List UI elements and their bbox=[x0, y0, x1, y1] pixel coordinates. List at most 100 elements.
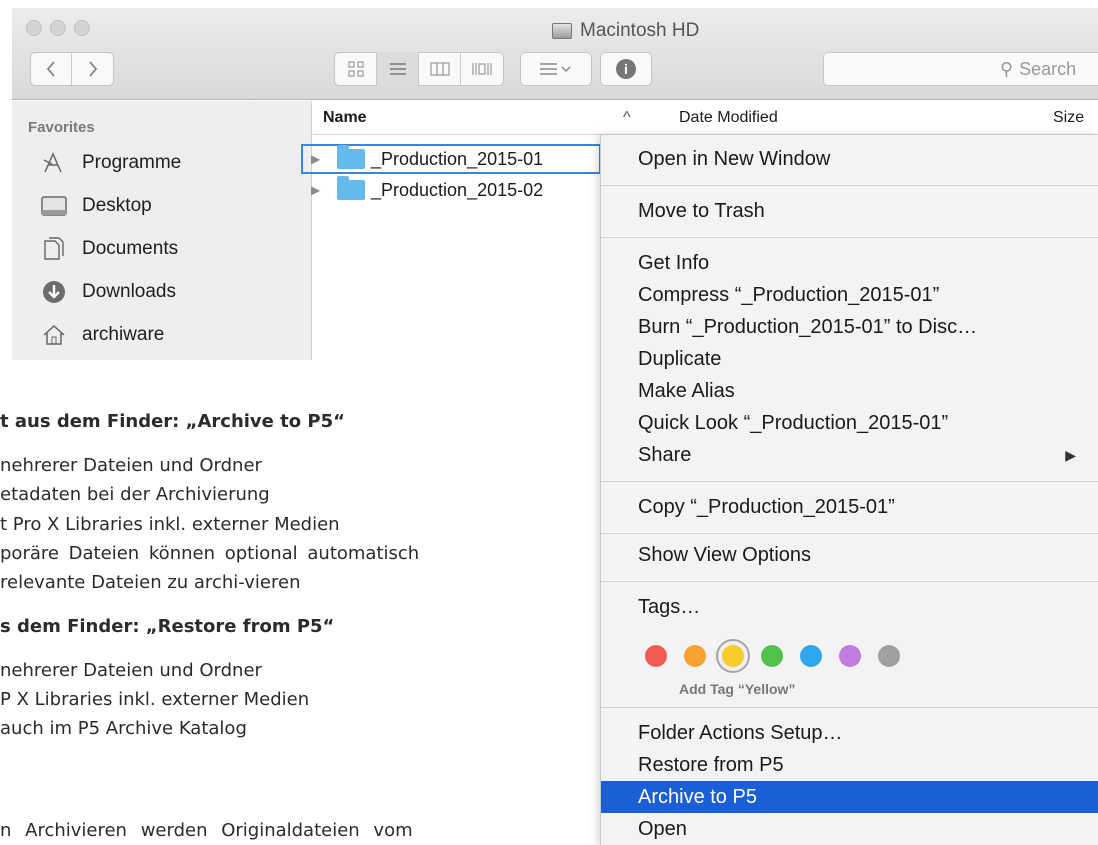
sidebar-item-downloads[interactable]: Downloads bbox=[40, 274, 176, 310]
list-header: Name ^ Date Modified Size bbox=[313, 101, 1098, 135]
menu-item-compress[interactable]: Compress “_Production_2015-01” bbox=[601, 279, 1098, 311]
arrange-button[interactable] bbox=[520, 52, 592, 86]
window-title: Macintosh HD bbox=[552, 20, 699, 42]
doc-heading-archive: t aus dem Finder: „Archive to P5“ bbox=[0, 411, 345, 432]
title-bar: Macintosh HD i ⚲ Search bbox=[12, 8, 1098, 100]
tag-hint-label: Add Tag “Yellow” bbox=[679, 681, 796, 697]
menu-item-tags[interactable]: Tags… bbox=[601, 591, 1098, 623]
menu-item-folder-actions-setup[interactable]: Folder Actions Setup… bbox=[601, 717, 1098, 749]
menu-item-burn[interactable]: Burn “_Production_2015-01” to Disc… bbox=[601, 311, 1098, 343]
menu-separator bbox=[601, 533, 1098, 534]
search-icon: ⚲ bbox=[999, 58, 1014, 79]
menu-item-archive-to-p5[interactable]: Archive to P5 bbox=[601, 781, 1098, 813]
menu-separator bbox=[601, 185, 1098, 186]
menu-separator bbox=[601, 237, 1098, 238]
get-info-button[interactable]: i bbox=[600, 52, 652, 86]
column-name[interactable]: Name bbox=[323, 109, 367, 127]
list-item[interactable]: ▶ _Production_2015-02 bbox=[301, 175, 601, 205]
menu-item-make-alias[interactable]: Make Alias bbox=[601, 375, 1098, 407]
view-mode-control bbox=[334, 52, 504, 86]
sidebar-item-label: Programme bbox=[82, 152, 182, 173]
tag-orange[interactable] bbox=[684, 645, 706, 667]
arrange-icon bbox=[540, 63, 571, 75]
menu-item-open[interactable]: Open bbox=[601, 813, 1098, 845]
menu-item-show-view-options[interactable]: Show View Options bbox=[601, 539, 1098, 571]
disclosure-triangle-icon[interactable]: ▶ bbox=[311, 152, 321, 166]
menu-item-copy[interactable]: Copy “_Production_2015-01” bbox=[601, 491, 1098, 523]
zoom-button[interactable] bbox=[74, 20, 90, 36]
tag-purple[interactable] bbox=[839, 645, 861, 667]
sidebar-item-label: Downloads bbox=[82, 281, 176, 302]
forward-button[interactable] bbox=[72, 52, 114, 86]
sidebar-item-documents[interactable]: Documents bbox=[40, 231, 178, 267]
close-button[interactable] bbox=[26, 20, 42, 36]
context-menu: Open in New Window Move to Trash Get Inf… bbox=[600, 135, 1098, 845]
menu-item-get-info[interactable]: Get Info bbox=[601, 247, 1098, 279]
column-size[interactable]: Size bbox=[1053, 109, 1084, 127]
sidebar-item-archiware[interactable]: archiware bbox=[40, 317, 164, 353]
cover-flow-icon bbox=[472, 63, 492, 75]
doc-line: n Archivieren werden Originaldateien vom bbox=[0, 820, 413, 841]
tag-yellow[interactable] bbox=[722, 645, 744, 667]
menu-item-open-in-new-window[interactable]: Open in New Window bbox=[601, 143, 1098, 175]
desktop-icon bbox=[40, 192, 68, 220]
disclosure-triangle-icon[interactable]: ▶ bbox=[311, 183, 321, 197]
doc-line: nehrerer Dateien und Ordner bbox=[0, 660, 262, 681]
info-icon: i bbox=[616, 59, 636, 79]
column-view-icon bbox=[430, 62, 449, 76]
sidebar-item-label: Desktop bbox=[82, 195, 152, 216]
favorites-header: Favorites bbox=[28, 119, 95, 136]
doc-heading-restore: s dem Finder: „Restore from P5“ bbox=[0, 616, 335, 637]
list-item[interactable]: ▶ _Production_2015-01 bbox=[301, 144, 601, 174]
file-name: _Production_2015-01 bbox=[371, 148, 544, 169]
doc-line: nehrerer Dateien und Ordner bbox=[0, 455, 262, 476]
cover-flow-button[interactable] bbox=[461, 52, 503, 86]
sidebar-item-desktop[interactable]: Desktop bbox=[40, 188, 152, 224]
chevron-left-icon bbox=[46, 61, 55, 77]
folder-icon bbox=[337, 145, 365, 169]
list-view-button[interactable] bbox=[377, 52, 419, 86]
doc-line: P X Libraries inkl. externer Medien bbox=[0, 689, 310, 710]
doc-line: t Pro X Libraries inkl. externer Medien bbox=[0, 514, 340, 535]
applications-icon bbox=[40, 149, 68, 177]
menu-separator bbox=[601, 481, 1098, 482]
doc-line: auch im P5 Archive Katalog bbox=[0, 718, 247, 739]
submenu-arrow-icon: ▶ bbox=[1065, 446, 1076, 463]
documents-icon bbox=[40, 235, 68, 263]
home-icon bbox=[40, 321, 68, 349]
downloads-icon bbox=[40, 278, 68, 306]
menu-item-quick-look[interactable]: Quick Look “_Production_2015-01” bbox=[601, 407, 1098, 439]
hard-drive-icon bbox=[552, 23, 572, 39]
doc-line: relevante Dateien zu archi-vieren bbox=[0, 572, 301, 593]
sort-ascending-icon: ^ bbox=[623, 109, 631, 126]
file-name: _Production_2015-02 bbox=[371, 179, 544, 200]
chevron-right-icon bbox=[89, 61, 98, 77]
sidebar-item-label: Documents bbox=[82, 238, 179, 259]
menu-item-label: Share bbox=[638, 443, 692, 466]
menu-separator bbox=[601, 581, 1098, 582]
folder-icon bbox=[337, 176, 365, 200]
menu-item-restore-from-p5[interactable]: Restore from P5 bbox=[601, 749, 1098, 781]
icon-view-icon bbox=[348, 61, 363, 77]
sidebar: Favorites Programme Desktop Documents Do… bbox=[12, 101, 312, 360]
menu-separator bbox=[601, 707, 1098, 708]
tag-blue[interactable] bbox=[800, 645, 822, 667]
tag-red[interactable] bbox=[645, 645, 667, 667]
search-field[interactable]: ⚲ Search bbox=[823, 52, 1098, 86]
doc-line: etadaten bei der Archivierung bbox=[0, 484, 270, 505]
column-date-modified[interactable]: Date Modified bbox=[679, 109, 778, 127]
list-view-icon bbox=[389, 63, 406, 75]
back-button[interactable] bbox=[30, 52, 72, 86]
tag-green[interactable] bbox=[761, 645, 783, 667]
icon-view-button[interactable] bbox=[335, 52, 377, 86]
tag-gray[interactable] bbox=[878, 645, 900, 667]
menu-item-move-to-trash[interactable]: Move to Trash bbox=[601, 195, 1098, 227]
column-view-button[interactable] bbox=[419, 52, 461, 86]
minimize-button[interactable] bbox=[50, 20, 66, 36]
search-placeholder: Search bbox=[1019, 58, 1077, 79]
doc-line: poräre Dateien können optional automatis… bbox=[0, 543, 420, 564]
sidebar-item-programme[interactable]: Programme bbox=[40, 145, 181, 181]
menu-item-duplicate[interactable]: Duplicate bbox=[601, 343, 1098, 375]
sidebar-item-label: archiware bbox=[82, 324, 165, 345]
menu-item-share[interactable]: Share ▶ bbox=[601, 439, 1098, 471]
